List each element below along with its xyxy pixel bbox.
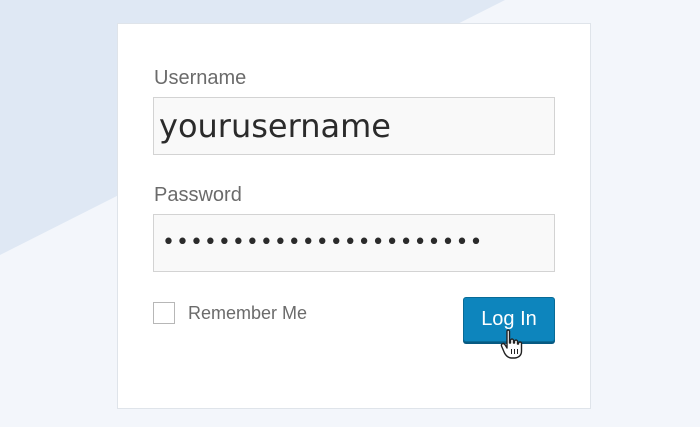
remember-me-label[interactable]: Remember Me bbox=[188, 303, 307, 324]
remember-me-checkbox[interactable] bbox=[153, 302, 175, 324]
username-label: Username bbox=[154, 67, 247, 89]
password-input[interactable]: ••••••••••••••••••••••• bbox=[153, 214, 555, 272]
username-input[interactable]: yourusername bbox=[153, 97, 555, 155]
hand-pointer-icon bbox=[500, 329, 523, 359]
password-label: Password bbox=[154, 184, 242, 206]
login-card: Username yourusername Password •••••••••… bbox=[117, 23, 591, 409]
